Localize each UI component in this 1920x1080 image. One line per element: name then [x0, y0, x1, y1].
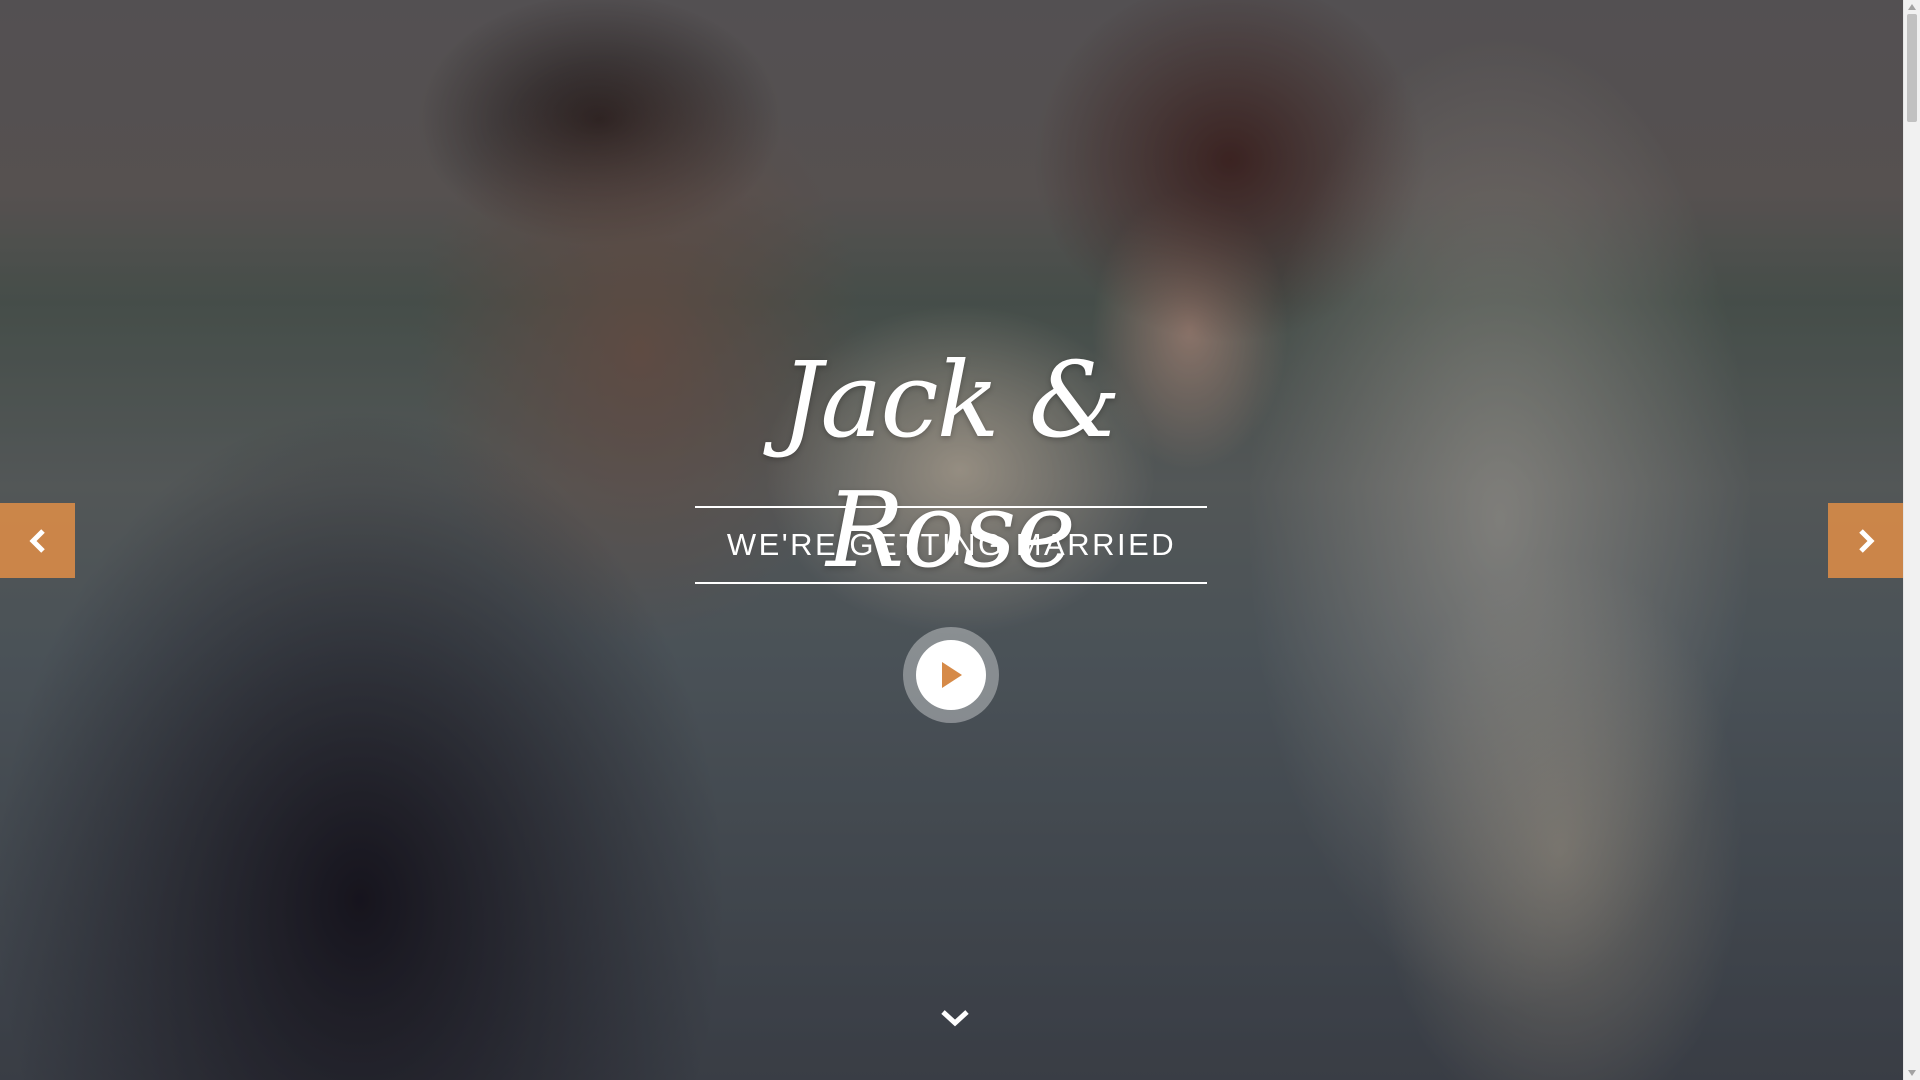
- chevron-left-icon: [28, 528, 45, 553]
- page-viewport: Jack & Rose WE'RE GETTING MARRIED: [0, 0, 1903, 1080]
- slider-next-button[interactable]: [1828, 503, 1903, 578]
- page-scrollbar[interactable]: [1903, 0, 1920, 1080]
- scrollbar-down-arrow[interactable]: [1904, 1066, 1920, 1080]
- triangle-up-icon: [1908, 4, 1916, 10]
- play-button-circle: [916, 640, 986, 710]
- slider-prev-button[interactable]: [0, 503, 75, 578]
- divider-bottom: [695, 582, 1207, 584]
- scrollbar-thumb[interactable]: [1907, 14, 1917, 122]
- scroll-down-button[interactable]: [937, 1000, 973, 1036]
- tagline-text: WE'RE GETTING MARRIED: [726, 527, 1177, 562]
- triangle-down-icon: [1908, 1070, 1916, 1076]
- chevron-right-icon: [1858, 528, 1875, 553]
- chevron-down-icon: [941, 1010, 969, 1027]
- scrollbar-up-arrow[interactable]: [1904, 0, 1920, 14]
- play-video-button[interactable]: [903, 627, 999, 723]
- divider-top: [695, 506, 1207, 508]
- play-icon: [942, 662, 962, 688]
